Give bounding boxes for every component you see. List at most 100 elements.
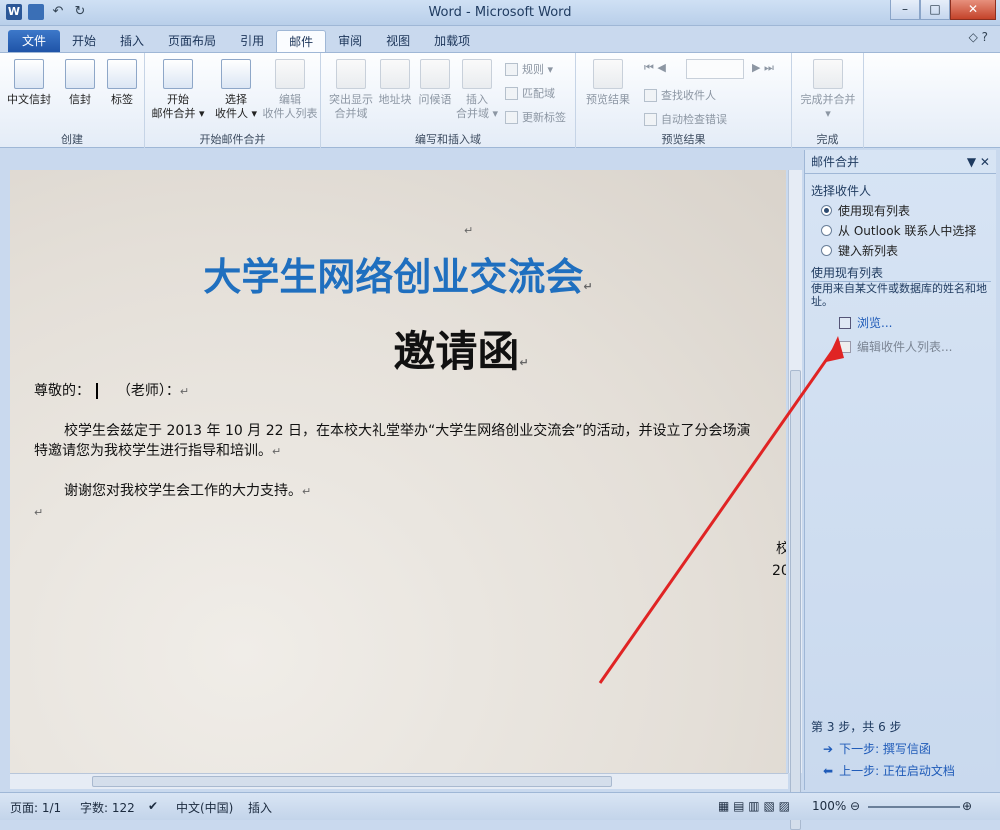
- tab-page-layout[interactable]: 页面布局: [156, 30, 228, 52]
- check-errors-icon: [644, 112, 657, 126]
- browse-link[interactable]: 浏览...: [839, 314, 892, 331]
- pane-header: 邮件合并 ▼ ✕: [805, 150, 996, 174]
- radio-icon: [821, 225, 832, 236]
- insert-merge-field-button[interactable]: 插入 合并域 ▾: [455, 59, 499, 121]
- start-mail-merge-button[interactable]: 开始 邮件合并 ▾: [149, 59, 207, 121]
- body-line-3: 谢谢您对我校学生会工作的大力支持。↵: [64, 483, 312, 499]
- vertical-scroll-thumb[interactable]: [790, 370, 801, 830]
- status-bar: 页面: 1/1 字数: 122 ✔ 中文(中国) 插入 ▦ ▤ ▥ ▧ ▨ 10…: [0, 792, 1000, 820]
- paragraph-mark: ↵: [34, 506, 44, 519]
- window-title: Word - Microsoft Word: [428, 5, 572, 20]
- signature-line-1: 校: [776, 541, 786, 557]
- vertical-scrollbar[interactable]: [788, 170, 802, 830]
- ruler-area: [0, 148, 788, 170]
- ribbon-tabs: 文件 开始 插入 页面布局 引用 邮件 审阅 视图 加载项: [0, 26, 1000, 52]
- ribbon: 中文信封 信封 标签 创建 开始 邮件合并 ▾ 选择 收件人 ▾ 编辑 收件人列…: [0, 52, 1000, 149]
- next-step-link[interactable]: ➔ 下一步: 撰写信函: [823, 740, 931, 757]
- tab-references[interactable]: 引用: [228, 30, 276, 52]
- signature-line-2: 20: [772, 563, 786, 579]
- finish-merge-button[interactable]: 完成并合并 ▾: [796, 59, 860, 121]
- arrow-left-icon: ⬅: [823, 763, 834, 778]
- zoom-in-icon[interactable]: ⊕: [962, 799, 972, 813]
- title-bar: W ↶ ↻ Word - Microsoft Word – □ ✕: [0, 0, 1000, 26]
- envelope-button[interactable]: 信封: [60, 59, 100, 107]
- tab-view[interactable]: 视图: [374, 30, 422, 52]
- group-create: 中文信封 信封 标签 创建: [0, 53, 145, 149]
- find-icon: [644, 88, 657, 102]
- envelope-icon: [65, 59, 95, 89]
- body-line-2: 特邀请您为我校学生进行指导和培训。↵: [34, 443, 282, 459]
- body-line-1: 校学生会兹定于 2013 年 10 月 22 日，在本校大礼堂举办“大学生网络创…: [64, 423, 751, 439]
- maximize-button[interactable]: □: [920, 0, 950, 20]
- document-subtitle: 邀请函↵: [393, 327, 529, 376]
- update-labels-icon: [505, 110, 518, 124]
- view-buttons[interactable]: ▦ ▤ ▥ ▧ ▨: [718, 799, 790, 813]
- edit-icon: [839, 340, 851, 353]
- labels-button[interactable]: 标签: [102, 59, 142, 107]
- language-indicator[interactable]: 中文(中国): [176, 799, 233, 816]
- address-icon: [380, 59, 410, 89]
- radio-new-list[interactable]: 键入新列表: [821, 242, 898, 259]
- auto-check-errors-button[interactable]: 自动检查错误: [644, 111, 727, 127]
- paragraph-mark: ↵: [464, 224, 474, 237]
- previous-step-link[interactable]: ⬅ 上一步: 正在启动文档: [823, 762, 955, 779]
- word-count[interactable]: 字数: 122: [80, 799, 135, 816]
- highlight-merge-fields-button[interactable]: 突出显示 合并域: [325, 59, 377, 121]
- help-icon[interactable]: ◇ ?: [969, 30, 988, 44]
- description: 使用来自某文件或数据库的姓名和地址。: [811, 282, 987, 308]
- edit-recipient-list-button[interactable]: 编辑 收件人列表: [261, 59, 319, 121]
- match-fields-icon: [505, 86, 518, 100]
- greeting-icon: [420, 59, 450, 89]
- mail-merge-pane: 邮件合并 ▼ ✕ 选择收件人 使用现有列表 从 Outlook 联系人中选择 键入…: [804, 150, 996, 790]
- chinese-envelope-button[interactable]: 中文信封: [6, 59, 52, 107]
- highlight-icon: [336, 59, 366, 89]
- record-number-input[interactable]: [686, 59, 744, 79]
- document-icon: [163, 59, 193, 89]
- insert-mode-indicator[interactable]: 插入: [248, 799, 272, 816]
- section-existing-list: 使用现有列表: [811, 264, 991, 282]
- group-preview-results: 预览结果 ⏮ ◀ ▶ ⏭ 查找收件人 自动检查错误 预览结果: [576, 53, 792, 149]
- next-record-button[interactable]: ▶ ⏭: [752, 61, 774, 75]
- greeting-line-button[interactable]: 问候语: [415, 59, 455, 107]
- match-fields-button[interactable]: 匹配域: [505, 85, 555, 101]
- edit-recipient-list-link[interactable]: 编辑收件人列表...: [839, 338, 952, 355]
- envelope-icon: [14, 59, 44, 89]
- address-block-button[interactable]: 地址块: [375, 59, 415, 107]
- text-cursor: [96, 383, 103, 399]
- close-button[interactable]: ✕: [950, 0, 996, 20]
- group-start-merge: 开始 邮件合并 ▾ 选择 收件人 ▾ 编辑 收件人列表 开始邮件合并: [145, 53, 321, 149]
- tab-home[interactable]: 开始: [60, 30, 108, 52]
- table-icon: [839, 316, 851, 329]
- page-count[interactable]: 页面: 1/1: [10, 799, 61, 816]
- radio-icon: [821, 205, 832, 216]
- labels-icon: [107, 59, 137, 89]
- group-finish: 完成并合并 ▾ 完成: [792, 53, 864, 149]
- step-indicator: 第 3 步，共 6 步: [811, 720, 902, 734]
- group-write-insert: 突出显示 合并域 地址块 问候语 插入 合并域 ▾ 规则 ▾ 匹配域 更新标签 …: [321, 53, 576, 149]
- horizontal-scrollbar[interactable]: [10, 773, 788, 789]
- zoom-out-icon[interactable]: ⊖: [850, 799, 860, 813]
- rules-button[interactable]: 规则 ▾: [505, 61, 553, 77]
- window-controls: – □ ✕: [890, 0, 996, 20]
- first-record-button[interactable]: ⏮ ◀: [644, 61, 666, 75]
- select-recipients-button[interactable]: 选择 收件人 ▾: [209, 59, 263, 121]
- minimize-button[interactable]: –: [890, 0, 920, 20]
- pane-close-icon[interactable]: ▼ ✕: [967, 155, 990, 169]
- recipients-icon: [221, 59, 251, 89]
- tab-review[interactable]: 审阅: [326, 30, 374, 52]
- document-page[interactable]: ↵ 大学生网络创业交流会↵ 邀请函↵ 尊敬的： （老师）：↵ 校学生会兹定于 2…: [10, 170, 786, 773]
- horizontal-scroll-thumb[interactable]: [92, 776, 612, 787]
- tab-insert[interactable]: 插入: [108, 30, 156, 52]
- find-recipient-button[interactable]: 查找收件人: [644, 87, 716, 103]
- zoom-slider[interactable]: [868, 806, 960, 808]
- update-labels-button[interactable]: 更新标签: [505, 109, 566, 125]
- section-select-recipients: 选择收件人: [811, 184, 872, 198]
- tab-file[interactable]: 文件: [8, 30, 61, 52]
- tab-mailings[interactable]: 邮件: [276, 30, 327, 52]
- tab-addins[interactable]: 加载项: [422, 30, 482, 52]
- proofing-icon[interactable]: ✔: [148, 799, 158, 813]
- radio-outlook[interactable]: 从 Outlook 联系人中选择: [821, 222, 976, 239]
- preview-results-button[interactable]: 预览结果: [580, 59, 636, 107]
- zoom-level[interactable]: 100%: [812, 799, 846, 813]
- radio-existing-list[interactable]: 使用现有列表: [821, 202, 910, 219]
